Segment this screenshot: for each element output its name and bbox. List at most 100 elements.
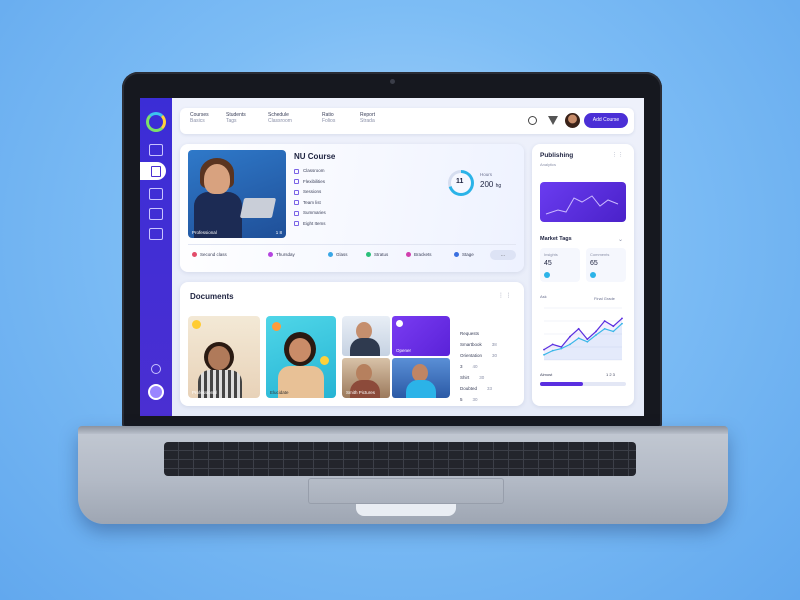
folder-icon[interactable] xyxy=(149,188,163,200)
doc-name: 3 xyxy=(460,364,463,369)
tag-dot-icon xyxy=(366,252,371,257)
stat-card[interactable]: Insights 45 xyxy=(540,248,580,282)
document-thumbnail[interactable]: Elucidate xyxy=(266,316,336,398)
sidebar-item-home[interactable] xyxy=(140,162,166,180)
list-item-label: Classroom xyxy=(303,168,325,173)
documents-actions[interactable]: ⋮ ⋮ xyxy=(498,292,512,299)
list-item-label: Summaries xyxy=(303,210,326,215)
progress-bar[interactable] xyxy=(540,382,626,386)
progress-label-right: 1 2 3 xyxy=(606,372,615,377)
list-item[interactable]: Shirt 30 xyxy=(460,372,497,383)
tag-chip[interactable]: Brackets xyxy=(406,252,432,257)
nav-sublabel: Strada xyxy=(360,118,375,124)
chevron-down-icon[interactable]: ⌄ xyxy=(618,236,623,243)
list-item[interactable]: 3 40 xyxy=(460,361,497,372)
checkbox-icon[interactable] xyxy=(294,210,299,216)
data-point xyxy=(577,327,580,330)
data-point xyxy=(595,334,597,336)
list-item[interactable]: Summaries xyxy=(294,208,326,219)
progress-bar-fill xyxy=(540,382,583,386)
calendar-icon[interactable] xyxy=(149,144,163,156)
sparkline-card[interactable] xyxy=(540,182,626,222)
image-icon[interactable] xyxy=(149,208,163,220)
mini-thumbnail[interactable] xyxy=(392,358,450,398)
list-item[interactable]: Eight Items xyxy=(294,219,326,230)
tag-dot-icon xyxy=(454,252,459,257)
data-point xyxy=(621,317,623,320)
data-point xyxy=(551,343,554,346)
mini-thumbnail-screen[interactable]: Opener xyxy=(392,316,450,356)
doc-count: 30 xyxy=(472,397,478,402)
tag-chip[interactable]: Stage xyxy=(454,252,474,257)
stat-card[interactable]: Comments 65 xyxy=(586,248,626,282)
progress-value: 11 xyxy=(456,178,464,185)
topbar: Courses Basics Students Tags Schedule Cl… xyxy=(180,108,634,134)
nav-sublabel: Folios xyxy=(322,118,336,124)
list-item[interactable]: Smartbook 38 xyxy=(460,339,497,350)
course-checklist: Classroom Flexibilities Sessions Team li… xyxy=(294,166,326,229)
sparkline-line xyxy=(545,195,619,215)
tag-label: Brackets xyxy=(414,252,432,257)
list-item[interactable]: 5 30 xyxy=(460,394,497,405)
list-item[interactable]: Orientation 30 xyxy=(460,350,497,361)
user-avatar[interactable] xyxy=(565,113,580,128)
nav-sublabel: Basics xyxy=(190,118,205,124)
panel-title: Publishing xyxy=(540,152,574,159)
list-item[interactable]: Requests xyxy=(460,328,497,339)
photo-laptop xyxy=(239,198,277,218)
search-icon[interactable] xyxy=(528,116,537,125)
analytics-panel: Publishing Analytics ⋮ ⋮ Market Tags ⌄ I… xyxy=(532,144,634,406)
nav-item-report[interactable]: Report Strada xyxy=(360,112,375,124)
thumb-caption: Opener xyxy=(396,348,412,353)
data-point xyxy=(569,343,571,346)
tag-chip[interactable]: Glass xyxy=(328,252,348,257)
list-item[interactable]: Classroom xyxy=(294,166,326,177)
tag-chip[interactable]: Stratus xyxy=(366,252,388,257)
nav-item-ratio[interactable]: Ratio Folios xyxy=(322,112,335,124)
tag-label: Glass xyxy=(336,252,348,257)
settings-icon[interactable] xyxy=(149,228,163,240)
trackpad xyxy=(308,478,504,504)
list-item[interactable]: Team list xyxy=(294,198,326,209)
tag-chip[interactable]: Second class xyxy=(192,252,227,257)
thumb-caption: Elucidate xyxy=(270,390,289,395)
more-tags-button[interactable]: ... xyxy=(490,250,516,260)
nav-item-students[interactable]: Students Tags xyxy=(226,112,246,124)
tag-chip[interactable]: Thursday xyxy=(268,252,295,257)
hours-number: 200 xyxy=(480,180,494,189)
course-photo[interactable]: Professional 1 8 xyxy=(188,150,286,238)
avatar[interactable] xyxy=(148,384,164,400)
chart-legend: Final Grade xyxy=(594,296,615,301)
add-course-button[interactable]: Add Course xyxy=(584,113,628,128)
line-chart[interactable] xyxy=(540,304,626,364)
mini-thumbnail[interactable]: Smith Pictures xyxy=(342,358,390,398)
nav-sublabel: Tags xyxy=(226,118,237,124)
panel-subtitle: Analytics xyxy=(540,162,557,167)
document-thumbnail-group: Opener Smith Pictures xyxy=(342,316,450,398)
list-item[interactable]: Doubted 33 xyxy=(460,383,497,394)
more-icon[interactable]: ⋮ ⋮ xyxy=(612,152,623,158)
help-icon[interactable] xyxy=(151,364,161,374)
data-point xyxy=(543,353,545,356)
checkbox-icon[interactable] xyxy=(294,189,299,195)
data-point xyxy=(560,347,563,350)
mini-thumbnail[interactable] xyxy=(342,316,390,356)
photo-caption-right: 1 8 xyxy=(275,230,282,235)
filter-icon[interactable] xyxy=(548,116,558,125)
nav-item-courses[interactable]: Courses Basics xyxy=(190,112,209,124)
data-point xyxy=(612,330,615,333)
data-point xyxy=(621,322,623,325)
nav-item-schedule[interactable]: Schedule Classroom xyxy=(268,112,292,124)
stat-dot-icon xyxy=(590,272,596,278)
checkbox-icon[interactable] xyxy=(294,221,299,227)
list-item[interactable]: Flexibilities xyxy=(294,177,326,188)
checkbox-icon[interactable] xyxy=(294,168,299,174)
hours-unit: hg xyxy=(495,183,502,189)
document-thumbnail[interactable]: Professional xyxy=(188,316,260,398)
checkbox-icon[interactable] xyxy=(294,179,299,185)
doc-count: 40 xyxy=(472,364,478,369)
logo-icon[interactable] xyxy=(146,112,166,132)
checkbox-icon[interactable] xyxy=(294,200,299,206)
list-item[interactable]: Sessions xyxy=(294,187,326,198)
data-point xyxy=(569,335,571,338)
